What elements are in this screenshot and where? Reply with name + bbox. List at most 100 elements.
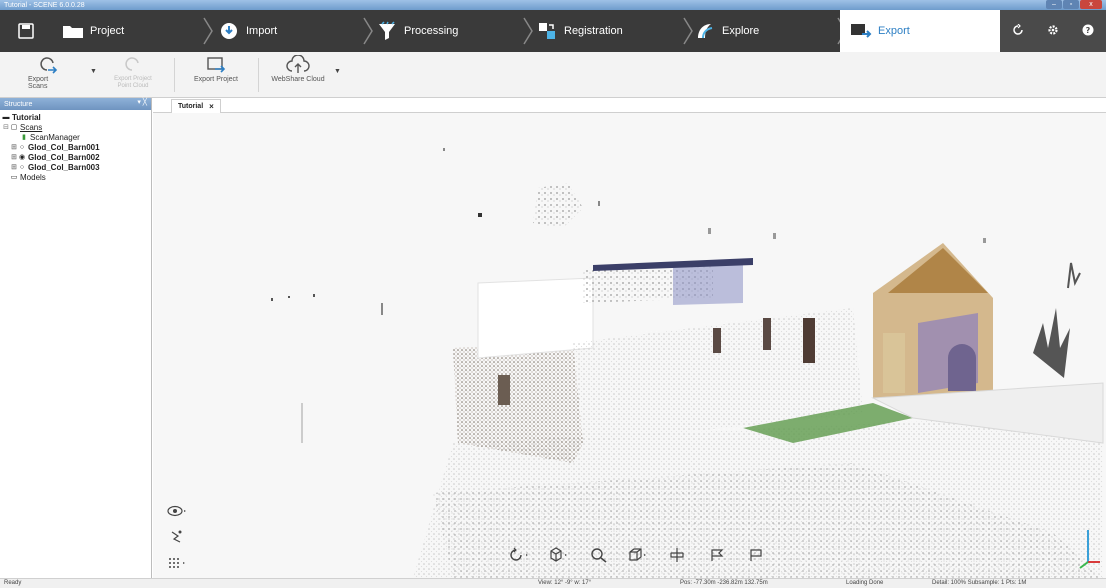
tree-node-scan-3[interactable]: ⊞ ○ Glod_Col_Barn003 xyxy=(2,162,149,172)
export-scans-button[interactable]: Export Scans xyxy=(28,54,68,96)
expand-icon[interactable]: ⊞ xyxy=(10,163,18,171)
webshare-cloud-button[interactable]: WebShare Cloud xyxy=(266,54,330,96)
tree-node-tutorial[interactable]: ▬ Tutorial xyxy=(2,112,149,122)
chevron-right-icon xyxy=(363,17,373,45)
status-position: Pos: -77.30m -236.82m 132.75m xyxy=(680,580,768,586)
webshare-dropdown-icon[interactable]: ▼ xyxy=(334,68,341,75)
tab-export-label: Export xyxy=(878,25,910,37)
export-scans-label: Export Scans xyxy=(28,76,49,90)
export-project-button[interactable]: Export Project xyxy=(188,54,244,96)
save-icon xyxy=(18,23,34,39)
explore-icon xyxy=(694,20,716,42)
close-icon[interactable]: × xyxy=(209,102,214,111)
chevron-right-icon xyxy=(203,17,213,45)
scan-icon: ○ xyxy=(19,163,25,171)
tab-export[interactable]: Export xyxy=(840,10,1000,52)
status-bar: Ready View: 12° -9° w: 17° Pos: -77.30m … xyxy=(0,578,1106,588)
point-cloud-viewport[interactable] xyxy=(153,113,1106,578)
export-point-cloud-icon xyxy=(119,54,147,76)
gear-icon[interactable] xyxy=(1047,24,1059,38)
minimize-button[interactable]: – xyxy=(1046,0,1062,9)
structure-panel-header: Structure ▾ ╳ xyxy=(0,98,151,110)
scan-manager-icon: ▮ xyxy=(22,134,26,141)
export-scans-icon xyxy=(34,54,62,76)
structure-tree: ▬ Tutorial ⊟ ▢ Scans ▮ ScanManager ⊞ ○ G… xyxy=(0,110,151,184)
structure-panel: Structure ▾ ╳ ▬ Tutorial ⊟ ▢ Scans ▮ Sca… xyxy=(0,98,152,578)
tab-import-label: Import xyxy=(246,25,278,37)
chevron-right-icon xyxy=(683,17,693,45)
cube-view-icon[interactable] xyxy=(547,545,571,565)
tree-node-scanmanager[interactable]: ▮ ScanManager xyxy=(2,132,149,142)
export-project-point-cloud-button[interactable]: Export Project Point Cloud xyxy=(108,54,158,96)
export-project-icon xyxy=(202,54,230,76)
rotate-icon[interactable] xyxy=(508,545,532,565)
folder-icon xyxy=(62,20,84,42)
tab-project[interactable]: Project xyxy=(62,10,202,52)
clipping-icon[interactable] xyxy=(665,545,689,565)
help-icon[interactable]: ? xyxy=(1082,24,1094,38)
viewport-tools-left xyxy=(165,501,189,573)
import-icon xyxy=(218,20,240,42)
window-titlebar: Tutorial - SCENE 6.0.0.28 – ▫ x xyxy=(0,0,1106,10)
folder-icon: ▢ xyxy=(10,124,18,131)
tab-import[interactable]: Import xyxy=(218,10,358,52)
export-icon xyxy=(850,20,872,42)
box-select-icon[interactable] xyxy=(626,545,650,565)
viewport-navigation-toolbar xyxy=(508,543,768,567)
svg-text:?: ? xyxy=(1086,26,1091,35)
scan-icon: ◉ xyxy=(18,154,26,161)
collapse-icon[interactable]: ⊟ xyxy=(2,123,10,131)
tree-node-scan-2[interactable]: ⊞ ◉ Glod_Col_Barn002 xyxy=(2,152,149,162)
structure-panel-title: Structure xyxy=(4,100,33,108)
expand-icon[interactable]: ⊞ xyxy=(10,153,18,161)
cloud-upload-icon xyxy=(284,54,312,76)
axes-gizmo xyxy=(1079,530,1100,569)
window-title: Tutorial - SCENE 6.0.0.28 xyxy=(4,1,85,9)
window-controls: – ▫ x xyxy=(1046,0,1102,10)
walk-icon[interactable] xyxy=(165,527,189,547)
tree-node-label: Tutorial xyxy=(12,112,41,122)
eye-icon[interactable] xyxy=(165,501,189,521)
export-project-point-cloud-label: Export Project Point Cloud xyxy=(114,76,152,89)
tree-node-scan-1[interactable]: ⊞ ○ Glod_Col_Barn001 xyxy=(2,142,149,152)
tab-tutorial-view[interactable]: Tutorial × xyxy=(171,99,221,113)
refresh-icon[interactable] xyxy=(1012,23,1024,38)
tree-node-label: Glod_Col_Barn001 xyxy=(28,142,100,152)
flag-icon[interactable] xyxy=(705,545,729,565)
tab-processing[interactable]: Processing xyxy=(376,10,516,52)
tab-registration-label: Registration xyxy=(564,25,623,37)
close-button[interactable]: x xyxy=(1080,0,1102,9)
webshare-cloud-label: WebShare Cloud xyxy=(271,76,325,83)
tree-node-label: Glod_Col_Barn003 xyxy=(28,162,100,172)
tree-node-models[interactable]: ▭ Models xyxy=(2,172,149,182)
registration-icon xyxy=(536,20,558,42)
grid-icon[interactable] xyxy=(165,553,189,573)
workspace-icon: ▬ xyxy=(2,113,10,121)
ribbon-separator xyxy=(174,58,175,92)
tab-explore-label: Explore xyxy=(722,25,760,37)
export-project-label: Export Project xyxy=(194,76,238,83)
export-scans-dropdown-icon[interactable]: ▼ xyxy=(90,68,97,75)
scan-icon: ○ xyxy=(19,143,25,151)
processing-icon xyxy=(376,20,398,42)
status-ready: Ready xyxy=(4,580,22,586)
tree-node-scans[interactable]: ⊟ ▢ Scans xyxy=(2,122,149,132)
tree-node-label: Glod_Col_Barn002 xyxy=(28,152,100,162)
export-ribbon: Export Scans ▼ Export Project Point Clou… xyxy=(0,52,1106,98)
status-loading: Loading Done xyxy=(846,580,884,586)
maximize-button[interactable]: ▫ xyxy=(1063,0,1079,9)
status-detail: Detail: 100% Subsample: 1 Pts: 1M xyxy=(932,580,1027,586)
tab-project-label: Project xyxy=(90,25,125,37)
tab-explore[interactable]: Explore xyxy=(694,10,834,52)
panel-controls-icon[interactable]: ▾ ╳ xyxy=(137,98,147,106)
app-controls: ? xyxy=(1000,10,1106,52)
tab-registration[interactable]: Registration xyxy=(536,10,676,52)
measure-flag-icon[interactable] xyxy=(744,545,768,565)
zoom-icon[interactable] xyxy=(587,545,611,565)
save-button[interactable] xyxy=(0,10,52,52)
expand-icon[interactable]: ⊞ xyxy=(10,143,18,151)
tree-node-label: Scans xyxy=(20,122,43,132)
tree-node-label: ScanManager xyxy=(30,132,80,142)
folder-icon: ▭ xyxy=(10,174,18,181)
status-view: View: 12° -9° w: 17° xyxy=(538,580,592,586)
